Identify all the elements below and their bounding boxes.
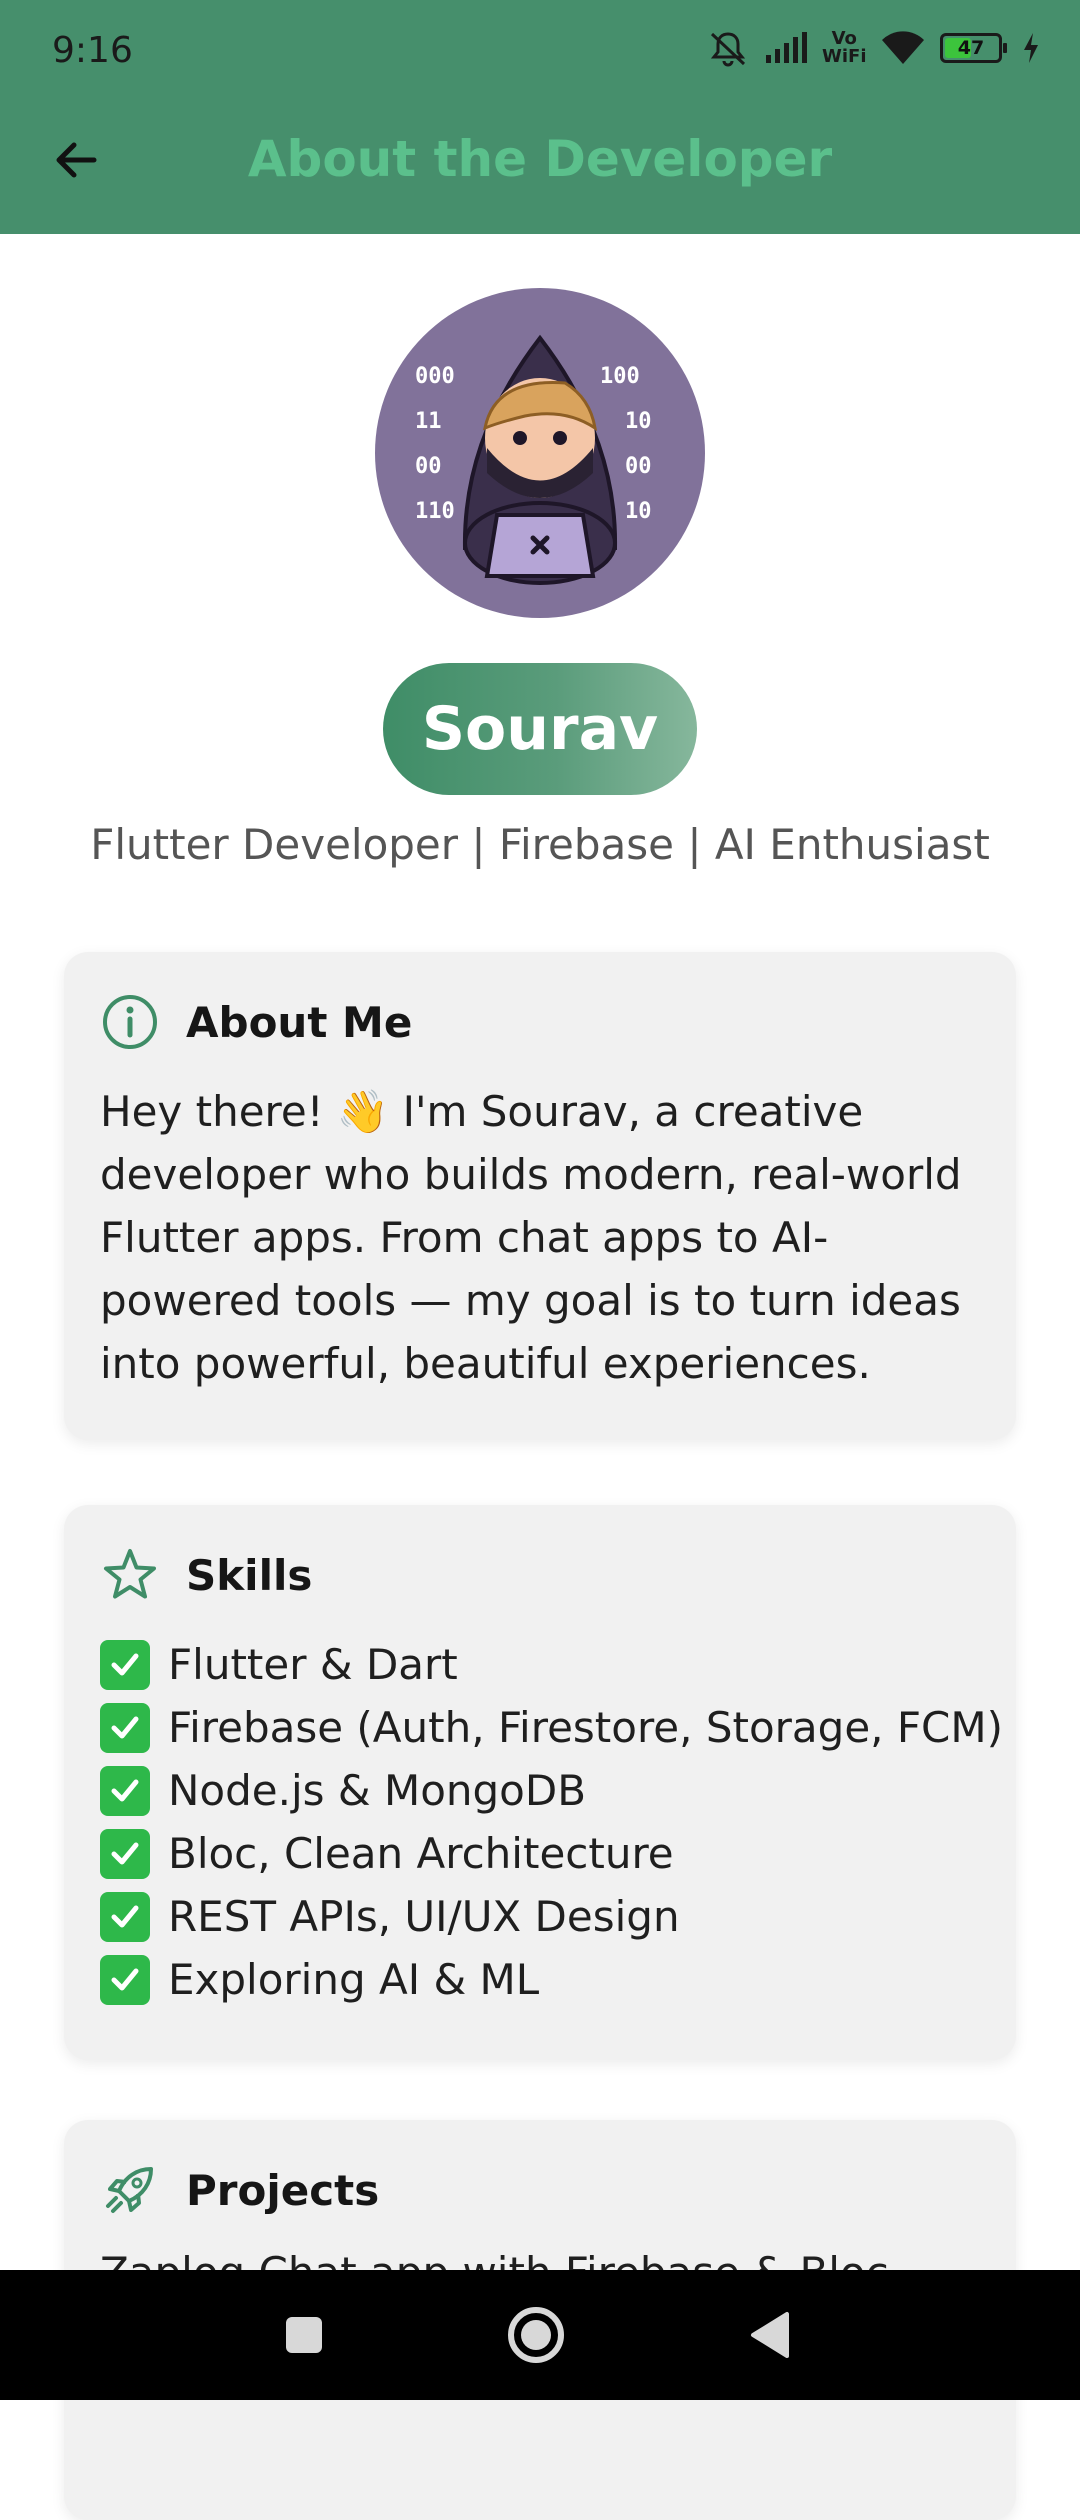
avatar-digits-3: 11 (415, 409, 442, 434)
system-nav-bar (0, 2270, 1080, 2400)
name-badge: Sourav (383, 663, 697, 795)
tagline: Flutter Developer | Firebase | AI Enthus… (90, 820, 990, 869)
skill-item: Bloc, Clean Architecture (100, 1822, 980, 1885)
vowifi-icon: Vo WiFi (822, 28, 867, 67)
check-icon (100, 1702, 150, 1753)
hacker-illustration: 000 100 11 10 00 00 110 10 (415, 334, 652, 585)
skill-label: Firebase (Auth, Firestore, Storage, FCM) (168, 1703, 1003, 1752)
recents-button[interactable] (244, 2270, 364, 2400)
avatar-digits-7: 110 (415, 499, 455, 524)
home-button[interactable] (476, 2270, 596, 2400)
nav-back-button[interactable] (710, 2270, 830, 2400)
avatar-digits-2: 100 (600, 364, 640, 389)
skill-item: Exploring AI & ML (100, 1948, 980, 2011)
avatar-digits-8: 10 (625, 499, 652, 524)
avatar-digits-5: 00 (415, 454, 442, 479)
skill-item: Firebase (Auth, Firestore, Storage, FCM) (100, 1696, 1003, 1759)
charging-icon (1022, 32, 1040, 64)
projects-title: Projects (186, 2165, 380, 2215)
skill-label: REST APIs, UI/UX Design (168, 1892, 680, 1941)
muted-bell-icon (706, 28, 750, 68)
page-title: About the Developer (247, 130, 833, 188)
skill-item: Node.js & MongoDB (100, 1759, 980, 1822)
skills-title: Skills (186, 1550, 313, 1600)
back-triangle-icon (751, 2312, 789, 2358)
avatar-digits-4: 10 (625, 409, 652, 434)
skill-label: Bloc, Clean Architecture (168, 1829, 674, 1878)
skills-card: Skills Flutter & Dart Firebase (Auth, Fi… (64, 1505, 1016, 2060)
status-bar: 9:16 Vo WiFi 47 (0, 0, 1080, 100)
avatar: 000 100 11 10 00 00 110 10 (375, 288, 705, 618)
check-icon (100, 1954, 150, 2005)
about-card: About Me Hey there! 👋 I'm Sourav, a crea… (64, 952, 1016, 1440)
status-icons: Vo WiFi 47 (706, 28, 1040, 68)
skill-item: Flutter & Dart (100, 1633, 980, 1696)
star-outline-icon (100, 1545, 160, 1605)
wifi-icon (880, 30, 926, 66)
about-title: About Me (186, 997, 413, 1047)
signal-icon (764, 31, 808, 65)
skill-label: Flutter & Dart (168, 1640, 458, 1689)
check-icon (100, 1891, 150, 1942)
app-bar: About the Developer (0, 100, 1080, 234)
skill-label: Exploring AI & ML (168, 1955, 540, 2004)
home-circle-icon (508, 2307, 564, 2363)
about-text: Hey there! 👋 I'm Sourav, a creative deve… (100, 1087, 962, 1388)
skills-list: Flutter & Dart Firebase (Auth, Firestore… (100, 1633, 1003, 2011)
avatar-digits-1: 000 (415, 364, 455, 389)
check-icon (100, 1765, 150, 1816)
check-icon (100, 1639, 150, 1690)
skill-label: Node.js & MongoDB (168, 1766, 587, 1815)
skill-item: REST APIs, UI/UX Design (100, 1885, 980, 1948)
about-header: About Me (100, 992, 412, 1052)
skills-header: Skills (100, 1545, 312, 1605)
projects-header: Projects (100, 2160, 379, 2220)
skills-body: Flutter & Dart Firebase (Auth, Firestore… (100, 1633, 1003, 2011)
battery-level: 47 (957, 37, 985, 59)
check-icon (100, 1828, 150, 1879)
rocket-icon (100, 2160, 160, 2220)
status-time: 9:16 (52, 30, 133, 71)
avatar-digits-6: 00 (625, 454, 652, 479)
battery-icon: 47 (940, 33, 1007, 63)
info-icon (100, 992, 160, 1052)
app-header: 9:16 Vo WiFi 47 About the Developer (0, 0, 1080, 234)
recents-square-icon (286, 2317, 322, 2353)
